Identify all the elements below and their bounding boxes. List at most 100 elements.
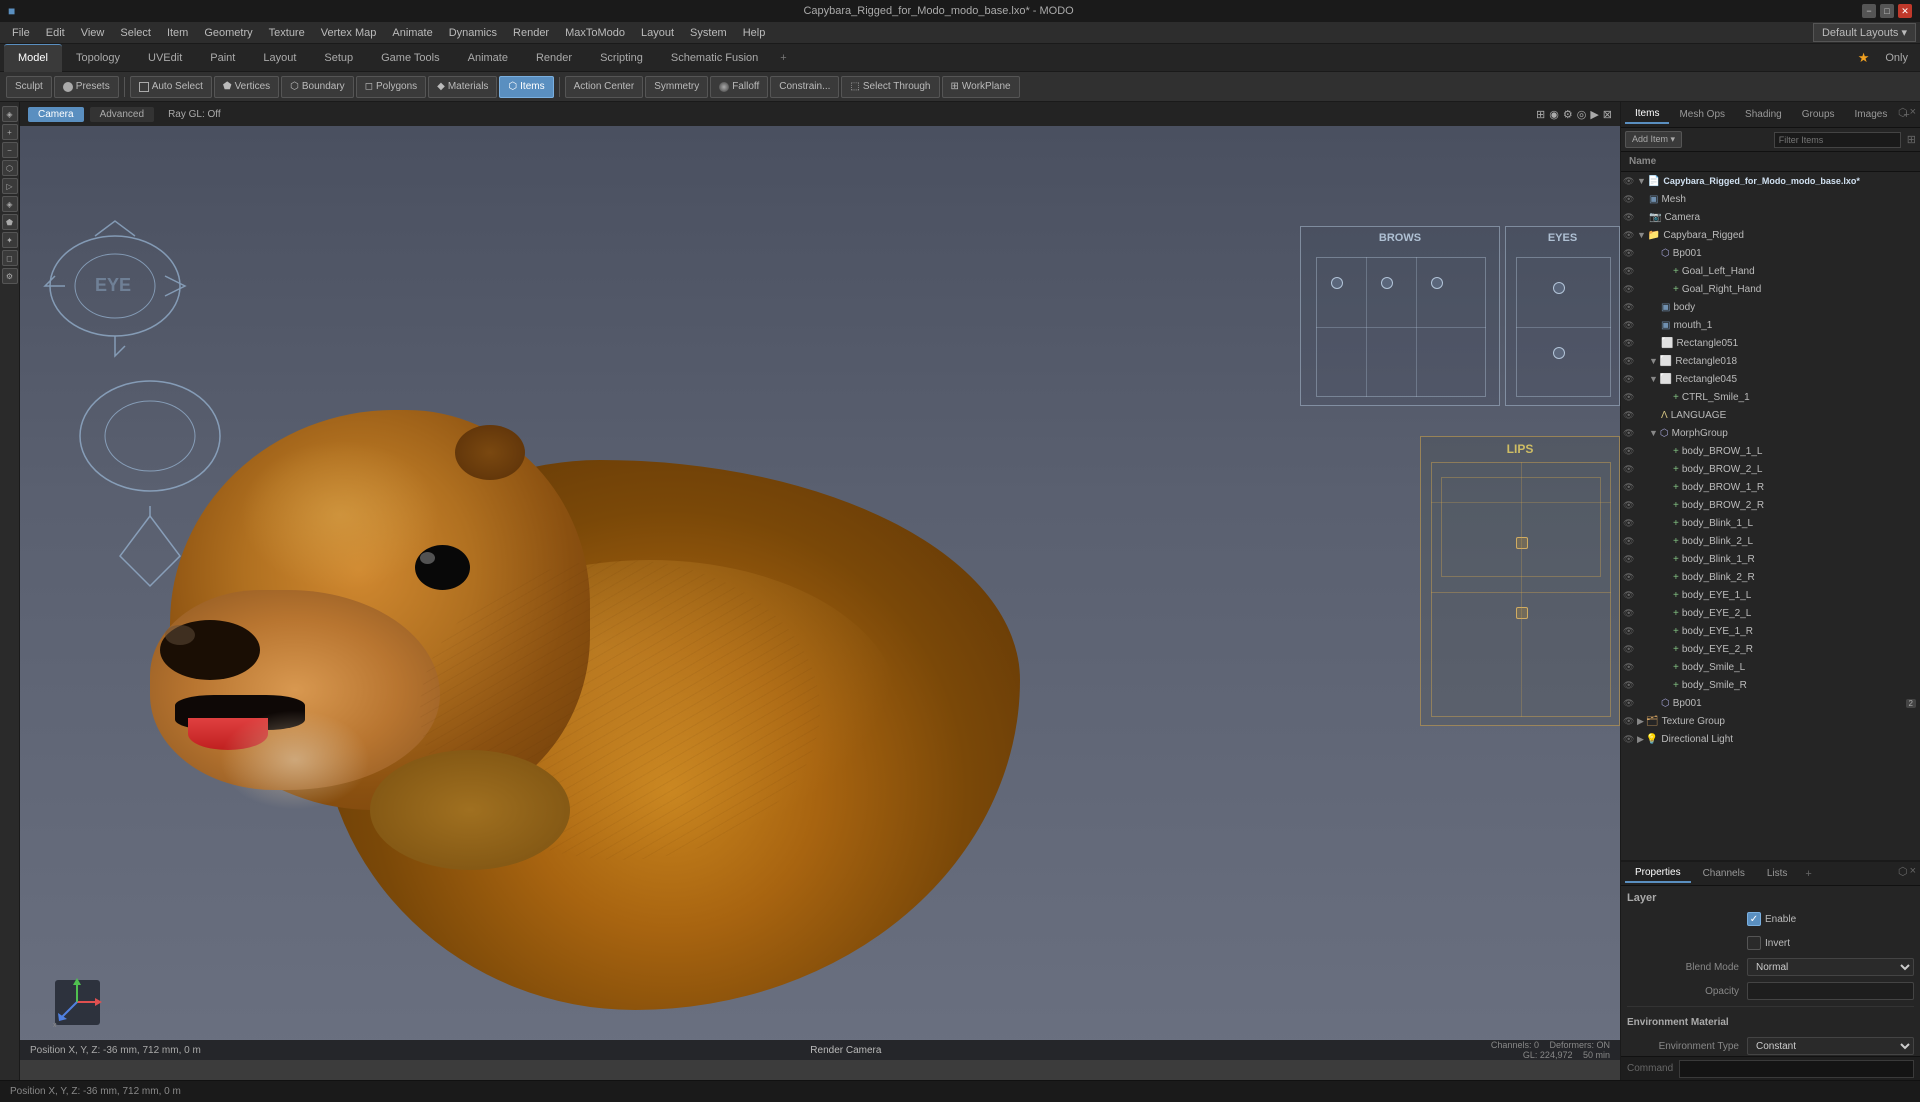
action-center-button[interactable]: Action Center bbox=[565, 76, 644, 98]
tab-animate[interactable]: Animate bbox=[454, 44, 522, 72]
menu-help[interactable]: Help bbox=[735, 25, 774, 41]
filter-items-input[interactable] bbox=[1774, 132, 1901, 148]
symmetry-button[interactable]: Symmetry bbox=[645, 76, 708, 98]
tree-item-rect051[interactable]: 👁 ⬜ Rectangle051 bbox=[1621, 334, 1920, 352]
tree-item-body-brow-2l[interactable]: 👁 + body_BROW_2_L bbox=[1621, 460, 1920, 478]
rp-tab-mesh-ops[interactable]: Mesh Ops bbox=[1669, 106, 1735, 123]
vp-ctrl-3[interactable]: ⚙ bbox=[1563, 108, 1573, 121]
minimize-button[interactable]: − bbox=[1862, 4, 1876, 18]
eye-icon[interactable]: 👁 bbox=[1623, 518, 1634, 529]
tree-item-body-eye-2r[interactable]: 👁 + body_EYE_2_R bbox=[1621, 640, 1920, 658]
tree-item-root[interactable]: 👁 ▼ 📄 Capybara_Rigged_for_Modo_modo_base… bbox=[1621, 172, 1920, 190]
favorite-star[interactable]: ★ bbox=[1850, 46, 1878, 70]
eye-icon[interactable]: 👁 bbox=[1623, 662, 1634, 673]
rp-tab-shading[interactable]: Shading bbox=[1735, 106, 1792, 123]
constrain-button[interactable]: Constrain... bbox=[770, 76, 839, 98]
tree-item-texture-group[interactable]: 👁 ▶ 🗂 Texture Group bbox=[1621, 712, 1920, 730]
select-through-button[interactable]: ⬚ Select Through bbox=[841, 76, 939, 98]
eye-icon[interactable]: 👁 bbox=[1623, 626, 1634, 637]
eye-icon[interactable]: 👁 bbox=[1623, 698, 1634, 709]
bottom-panel-expand[interactable]: ⬡ bbox=[1898, 865, 1908, 878]
eye-icon[interactable]: 👁 bbox=[1623, 482, 1634, 493]
eye-icon[interactable]: 👁 bbox=[1623, 374, 1634, 385]
eye-icon[interactable]: 👁 bbox=[1623, 212, 1634, 223]
eye-icon[interactable]: 👁 bbox=[1623, 536, 1634, 547]
tree-item-body-brow-1l[interactable]: 👁 + body_BROW_1_L bbox=[1621, 442, 1920, 460]
tree-item-body-smile-r[interactable]: 👁 + body_Smile_R bbox=[1621, 676, 1920, 694]
menu-file[interactable]: File bbox=[4, 25, 38, 41]
tree-item-bp001-2[interactable]: 👁 ⬡ Bp001 2 bbox=[1621, 694, 1920, 712]
tree-item-body-brow-2r[interactable]: 👁 + body_BROW_2_R bbox=[1621, 496, 1920, 514]
sidebar-btn-6[interactable]: ◈ bbox=[2, 196, 18, 212]
viewport[interactable]: Camera Advanced Ray GL: Off ⊞ ◉ ⚙ ◎ ▶ ⊠ bbox=[20, 102, 1620, 1080]
opacity-input[interactable]: 100.0 % bbox=[1747, 982, 1914, 1000]
menu-select[interactable]: Select bbox=[112, 25, 159, 41]
only-toggle[interactable]: Only bbox=[1877, 48, 1916, 68]
vp-ctrl-1[interactable]: ⊞ bbox=[1536, 108, 1545, 121]
menu-vertex-map[interactable]: Vertex Map bbox=[313, 25, 385, 41]
menu-item[interactable]: Item bbox=[159, 25, 196, 41]
tab-render[interactable]: Render bbox=[522, 44, 586, 72]
enable-checkbox[interactable]: ✓ bbox=[1747, 912, 1761, 926]
bp-tab-lists[interactable]: Lists bbox=[1757, 865, 1798, 882]
vp-ctrl-6[interactable]: ⊠ bbox=[1603, 108, 1612, 121]
tree-item-body-blink-1r[interactable]: 👁 + body_Blink_1_R bbox=[1621, 550, 1920, 568]
bp-tab-properties[interactable]: Properties bbox=[1625, 864, 1691, 883]
eye-icon[interactable]: 👁 bbox=[1623, 302, 1634, 313]
eye-icon[interactable]: 👁 bbox=[1623, 266, 1634, 277]
presets-button[interactable]: Presets bbox=[54, 76, 119, 98]
menu-render[interactable]: Render bbox=[505, 25, 557, 41]
tree-item-camera[interactable]: 👁 📷 Camera bbox=[1621, 208, 1920, 226]
filter-expand-btn[interactable]: ⊞ bbox=[1907, 133, 1916, 146]
menu-layout[interactable]: Layout bbox=[633, 25, 682, 41]
sidebar-btn-4[interactable]: ⬡ bbox=[2, 160, 18, 176]
lips-ctrl-2[interactable] bbox=[1516, 607, 1528, 619]
items-button[interactable]: ⬡ Items bbox=[499, 76, 553, 98]
menu-system[interactable]: System bbox=[682, 25, 735, 41]
eye-icon[interactable]: 👁 bbox=[1623, 320, 1634, 331]
items-tree[interactable]: 👁 ▼ 📄 Capybara_Rigged_for_Modo_modo_base… bbox=[1621, 172, 1920, 860]
eye-icon[interactable]: 👁 bbox=[1623, 680, 1634, 691]
bottom-panel-collapse[interactable]: × bbox=[1910, 865, 1916, 878]
tab-paint[interactable]: Paint bbox=[196, 44, 249, 72]
rp-tab-images[interactable]: Images bbox=[1845, 106, 1898, 123]
cmd-input[interactable] bbox=[1679, 1060, 1914, 1078]
bp-tab-add[interactable]: + bbox=[1799, 865, 1817, 883]
eye-icon[interactable]: 👁 bbox=[1623, 590, 1634, 601]
blend-mode-dropdown[interactable]: Normal Add Multiply Screen bbox=[1747, 958, 1914, 976]
tree-item-body[interactable]: 👁 ▣ body bbox=[1621, 298, 1920, 316]
eye-icon[interactable]: 👁 bbox=[1623, 356, 1634, 367]
maximize-button[interactable]: □ bbox=[1880, 4, 1894, 18]
materials-button[interactable]: ◆ Materials bbox=[428, 76, 497, 98]
menu-texture[interactable]: Texture bbox=[261, 25, 313, 41]
rp-tab-groups[interactable]: Groups bbox=[1792, 106, 1845, 123]
eye-icon[interactable]: 👁 bbox=[1623, 644, 1634, 655]
eye-icon[interactable]: 👁 bbox=[1623, 446, 1634, 457]
panel-expand-btn[interactable]: ⬡ bbox=[1898, 106, 1908, 119]
tree-item-body-eye-1r[interactable]: 👁 + body_EYE_1_R bbox=[1621, 622, 1920, 640]
sidebar-btn-3[interactable]: − bbox=[2, 142, 18, 158]
tree-item-body-blink-2r[interactable]: 👁 + body_Blink_2_R bbox=[1621, 568, 1920, 586]
env-type-dropdown[interactable]: Constant Gradient 4 Color Gradient bbox=[1747, 1037, 1914, 1055]
menu-maxtomodo[interactable]: MaxToModo bbox=[557, 25, 633, 41]
eye-icon[interactable]: 👁 bbox=[1623, 608, 1634, 619]
tab-add-button[interactable]: + bbox=[772, 48, 794, 68]
tab-scripting[interactable]: Scripting bbox=[586, 44, 657, 72]
tab-layout[interactable]: Layout bbox=[249, 44, 310, 72]
sidebar-btn-5[interactable]: ▷ bbox=[2, 178, 18, 194]
tab-setup[interactable]: Setup bbox=[310, 44, 367, 72]
tree-item-body-brow-1r[interactable]: 👁 + body_BROW_1_R bbox=[1621, 478, 1920, 496]
tree-item-capybara-rigged[interactable]: 👁 ▼ 📁 Capybara_Rigged bbox=[1621, 226, 1920, 244]
tree-item-goal-right[interactable]: 👁 + Goal_Right_Hand bbox=[1621, 280, 1920, 298]
eye-icon[interactable]: 👁 bbox=[1623, 392, 1634, 403]
tree-item-body-smile-l[interactable]: 👁 + body_Smile_L bbox=[1621, 658, 1920, 676]
viewport-tab-advanced[interactable]: Advanced bbox=[90, 107, 154, 122]
tree-item-bp001[interactable]: 👁 ⬡ Bp001 bbox=[1621, 244, 1920, 262]
rp-tab-items[interactable]: Items bbox=[1625, 105, 1669, 124]
eye-ctrl-2[interactable] bbox=[1553, 347, 1565, 359]
menu-geometry[interactable]: Geometry bbox=[196, 25, 260, 41]
vertices-button[interactable]: ⬟ Vertices bbox=[214, 76, 279, 98]
tree-item-body-eye-1l[interactable]: 👁 + body_EYE_1_L bbox=[1621, 586, 1920, 604]
panel-collapse-btn[interactable]: × bbox=[1910, 106, 1916, 119]
invert-checkbox[interactable] bbox=[1747, 936, 1761, 950]
